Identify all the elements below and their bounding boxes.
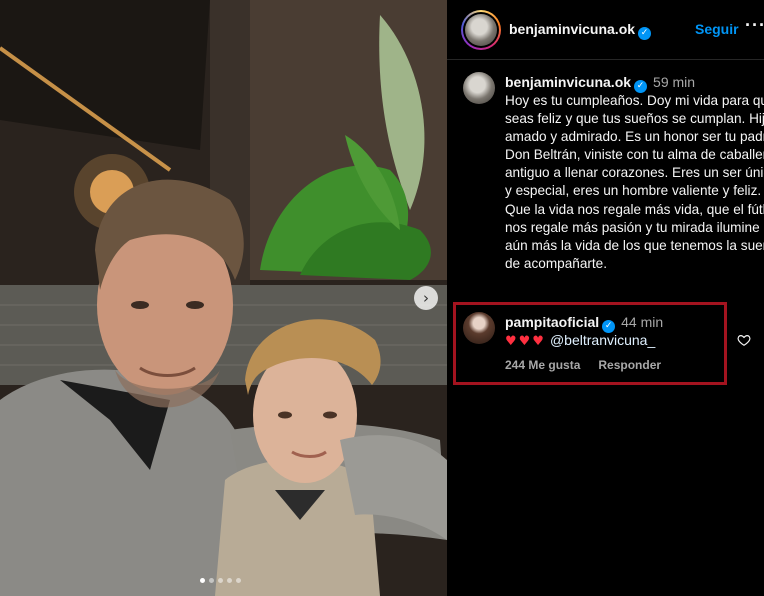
hearts-emoji: ♥♥♥ [505, 334, 546, 349]
post-side-panel: benjaminvicuna.ok ✓ Seguir ··· benjaminvi… [447, 0, 764, 596]
photo-illustration [0, 0, 447, 596]
comment-meta: 244 Me gusta Responder [505, 358, 661, 372]
comment-likes[interactable]: 244 Me gusta [505, 358, 580, 372]
mention-link[interactable]: @beltranvicuna_ [550, 332, 655, 348]
post-photo[interactable]: › [0, 0, 447, 596]
caption-avatar[interactable] [463, 72, 495, 104]
follow-button[interactable]: Seguir [695, 21, 739, 37]
carousel-dot [227, 578, 232, 583]
carousel-next-button[interactable]: › [414, 286, 438, 310]
carousel-dot [209, 578, 214, 583]
comment: pampitaoficial ✓ 44 min ♥♥♥ @beltranvicuna_… [463, 310, 763, 380]
author-username-link[interactable]: benjaminvicuna.ok ✓ [509, 21, 652, 40]
author-username[interactable]: benjaminvicuna.ok [509, 21, 635, 37]
caption-username[interactable]: benjaminvicuna.ok [505, 74, 631, 90]
comment-time: 44 min [621, 314, 664, 330]
caption-time: 59 min [653, 74, 696, 90]
author-avatar[interactable] [461, 10, 501, 50]
carousel-dots [200, 578, 241, 583]
carousel-dot [236, 578, 241, 583]
heart-outline-icon[interactable] [737, 333, 751, 347]
comment-avatar[interactable] [463, 312, 495, 344]
reply-button[interactable]: Responder [598, 358, 661, 372]
carousel-dot [200, 578, 205, 583]
caption-text: Hoy es tu cumpleaños. Doy mi vida para q… [505, 93, 764, 271]
verified-badge-icon: ✓ [638, 27, 652, 40]
post-header: benjaminvicuna.ok ✓ Seguir ··· [447, 0, 764, 60]
comment-header: pampitaoficial ✓ 44 min [505, 314, 663, 333]
comment-body: ♥♥♥ @beltranvicuna_ [505, 332, 655, 349]
comment-username[interactable]: pampitaoficial [505, 314, 599, 330]
caption-header: benjaminvicuna.ok ✓ 59 min [505, 74, 695, 93]
carousel-dot [218, 578, 223, 583]
more-options-icon[interactable]: ··· [745, 15, 764, 36]
